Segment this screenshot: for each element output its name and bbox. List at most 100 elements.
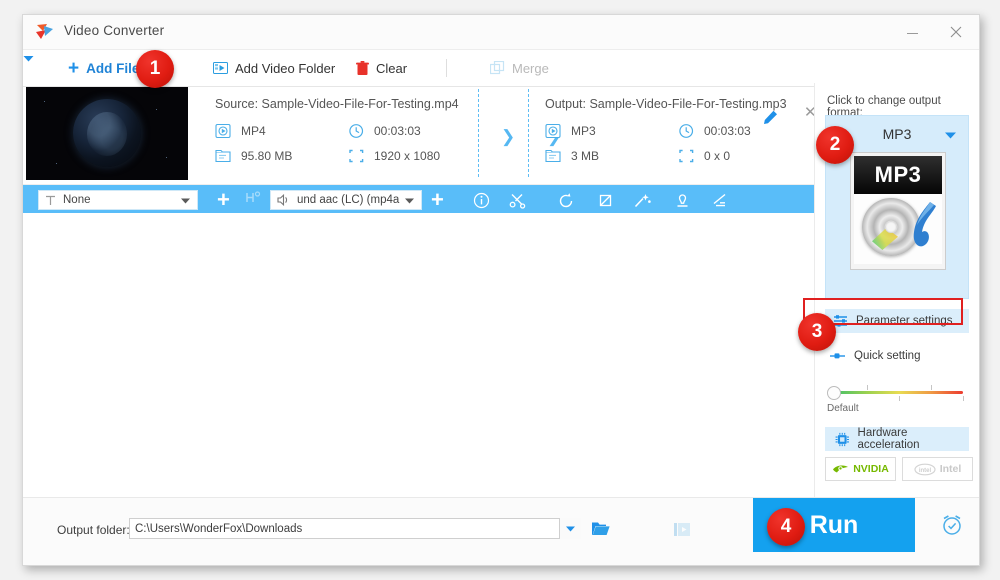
gpu-toggle-row: NVIDIA intel Intel — [825, 457, 973, 481]
hardware-acceleration-button[interactable]: Hardware acceleration — [825, 427, 969, 451]
merge-label: Merge — [512, 60, 549, 76]
output-size: 3 MB — [545, 148, 678, 164]
resolution-icon — [679, 149, 694, 163]
output-meta-row-2: 3 MB 0 x 0 — [545, 148, 795, 164]
slider-track — [835, 391, 963, 394]
chevron-down-icon — [181, 198, 190, 204]
add-subtitle-button[interactable]: + — [217, 188, 230, 212]
output-format: MP3 — [545, 123, 678, 139]
clock-icon — [679, 124, 694, 138]
output-resolution-label: 0 x 0 — [704, 149, 731, 163]
quick-setting-button[interactable]: Quick setting — [829, 350, 920, 362]
intel-toggle-button[interactable]: intel Intel — [902, 457, 973, 481]
text-icon — [46, 195, 55, 205]
clear-button[interactable]: Clear — [356, 50, 407, 86]
close-button[interactable] — [935, 15, 977, 48]
folder-video-icon — [213, 62, 228, 74]
hardware-acceleration-label: Hardware acceleration — [857, 427, 920, 451]
speaker-icon — [277, 194, 288, 206]
video-thumbnail — [26, 87, 188, 180]
music-note-icon — [913, 202, 936, 247]
watermark-icon[interactable] — [670, 189, 694, 211]
pencil-icon — [764, 110, 777, 124]
format-thumbnail: MP3 — [850, 152, 946, 270]
step-badge-4: 4 — [767, 508, 805, 546]
effect-icon[interactable] — [631, 189, 655, 211]
format-thumbnail-art — [854, 194, 942, 264]
chip-icon — [835, 432, 849, 446]
alarm-icon — [943, 515, 961, 535]
output-duration: 00:03:03 — [678, 123, 751, 139]
window-title: Video Converter — [64, 23, 165, 38]
output-folder-label: Output folder: — [57, 523, 130, 537]
flow-divider-2 — [528, 89, 529, 177]
chevron-down-icon — [405, 198, 414, 204]
trash-icon — [356, 60, 369, 75]
format-thumbnail-label: MP3 — [854, 156, 942, 194]
step-badge-1: 1 — [136, 50, 174, 88]
clock-icon — [349, 124, 364, 138]
video-converter-window: Video Converter + Add Files Add Video Fo… — [22, 14, 980, 566]
format-icon — [215, 123, 231, 139]
chevron-down-icon — [23, 56, 34, 62]
subtitle-icon[interactable] — [709, 189, 733, 211]
output-filename: Output: Sample-Video-File-For-Testing.mp… — [545, 97, 787, 111]
source-size-label: 95.80 MB — [241, 149, 293, 163]
output-size-label: 3 MB — [571, 149, 600, 163]
app-logo-icon — [35, 23, 55, 41]
schedule-button[interactable] — [940, 513, 964, 542]
audio-track-select[interactable]: und aac (LC) (mp4a — [270, 190, 422, 210]
flow-divider-1 — [478, 89, 479, 177]
add-video-folder-button[interactable]: Add Video Folder — [213, 50, 335, 86]
add-audio-track-button[interactable]: + — [431, 188, 444, 212]
open-output-folder-button[interactable] — [591, 520, 611, 542]
file-size-icon — [545, 149, 561, 163]
intel-logo-icon: intel — [914, 463, 936, 475]
output-meta-row-1: MP3 00:03:03 — [545, 123, 795, 139]
source-resolution-label: 1920 x 1080 — [374, 149, 441, 163]
parameter-settings-button[interactable]: Parameter settings — [825, 309, 969, 333]
cut-icon[interactable] — [506, 189, 530, 211]
source-format-label: MP4 — [241, 124, 266, 138]
run-label: Run — [809, 510, 859, 539]
source-size: 95.80 MB — [215, 148, 348, 164]
audio-track-value: und aac (LC) (mp4a — [297, 194, 400, 206]
clear-label: Clear — [376, 60, 408, 76]
nvidia-toggle-button[interactable]: NVIDIA — [825, 457, 896, 481]
source-meta-row-1: MP4 00:03:03 — [215, 123, 465, 139]
batch-icon[interactable] — [673, 521, 691, 543]
output-info: Output: Sample-Video-File-For-Testing.mp… — [545, 97, 795, 173]
output-resolution: 0 x 0 — [678, 148, 730, 164]
source-format: MP4 — [215, 123, 348, 139]
file-list-area — [23, 213, 815, 498]
thumbnail-globe-image — [73, 99, 141, 167]
info-icon[interactable] — [469, 189, 493, 211]
chevron-down-icon — [945, 132, 956, 139]
source-resolution: 1920 x 1080 — [348, 148, 440, 164]
rename-output-button[interactable] — [763, 110, 778, 130]
toolbar-divider — [446, 59, 447, 77]
plus-icon: + — [68, 57, 80, 79]
output-folder-input[interactable]: C:\Users\WonderFox\Downloads — [129, 518, 581, 539]
hdr-icon — [246, 191, 261, 202]
close-icon — [950, 26, 962, 37]
screenshot-root: Video Converter + Add Files Add Video Fo… — [0, 0, 1000, 580]
crop-icon[interactable] — [593, 189, 617, 211]
chevron-down-icon — [566, 526, 575, 531]
subtitle-value: None — [63, 194, 91, 206]
output-format-label: MP3 — [571, 124, 596, 138]
merge-button[interactable]: Merge — [490, 50, 549, 86]
add-video-folder-label: Add Video Folder — [235, 60, 336, 76]
nvidia-label: NVIDIA — [853, 463, 889, 475]
slider-handle[interactable] — [827, 386, 841, 400]
parameter-settings-label: Parameter settings — [856, 315, 953, 327]
quick-setting-label: Quick setting — [854, 350, 921, 362]
rotate-icon[interactable] — [554, 189, 578, 211]
intel-label: Intel — [939, 463, 962, 475]
subtitle-select[interactable]: None — [38, 190, 198, 210]
output-folder-dropdown-button[interactable] — [559, 518, 581, 539]
step-badge-3: 3 — [798, 313, 836, 351]
minimize-button[interactable] — [891, 15, 933, 48]
hdr-toggle-button[interactable] — [245, 191, 261, 209]
merge-icon — [490, 61, 505, 75]
